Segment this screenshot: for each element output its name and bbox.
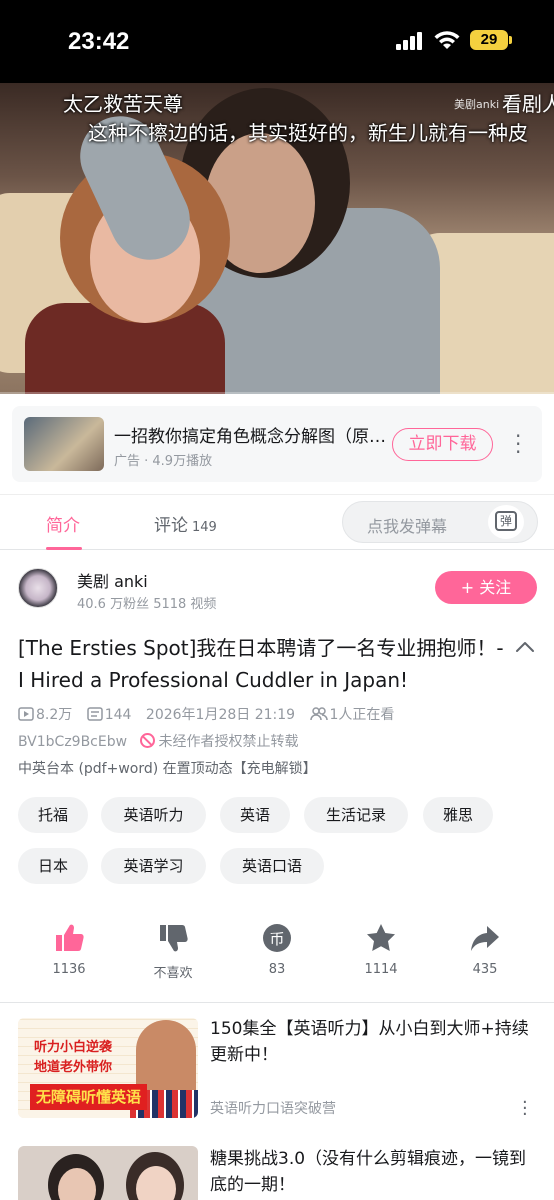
danmaku-count: 144 — [104, 707, 132, 723]
video-progress-bar[interactable] — [0, 392, 554, 394]
more-options-icon[interactable]: · · · — [515, 426, 521, 462]
cellular-signal-icon — [396, 32, 422, 50]
thumbs-down-icon — [160, 925, 188, 952]
bvid[interactable]: BV1bCz9BcEbw — [18, 734, 127, 750]
watching-icon — [309, 707, 328, 721]
thumb-text: 听力小白逆袭 — [34, 1040, 113, 1055]
video-subtitle-top: 太乙救苦天尊 — [63, 92, 183, 116]
ad-card[interactable]: 一招教你搞定角色概念分解图（原画人员 广告 · 4.9万播放 立即下载 · · · — [12, 406, 542, 482]
thumb-text: 地道老外带你 — [34, 1060, 113, 1075]
video-stats-row: 8.2万 144 2026年1月28日 21:19 1人正在看 — [18, 704, 404, 724]
recommendation-title[interactable]: 糖果挑战3.0（没有什么剪辑痕迹，一镜到底的一期！ — [210, 1146, 536, 1198]
star-icon — [367, 924, 395, 951]
watching-now: 1人正在看 — [329, 707, 395, 723]
tab-intro[interactable]: 简介 — [46, 511, 80, 536]
uploader-avatar[interactable] — [18, 568, 58, 608]
dislike-button[interactable]: 不喜欢 — [133, 922, 213, 981]
no-repost-icon — [139, 733, 155, 748]
coin-icon: 币 — [263, 924, 291, 952]
tab-bar: 简介 评论 149 点我发弹幕 弹 — [0, 494, 554, 550]
ad-thumbnail[interactable] — [24, 417, 104, 471]
like-count: 1136 — [52, 962, 86, 977]
tag-chip[interactable]: 英语学习 — [101, 848, 206, 884]
danmaku-input[interactable]: 点我发弹幕 弹 — [342, 501, 538, 543]
favorite-button[interactable]: 1114 — [341, 922, 421, 977]
coin-button[interactable]: 币 83 — [237, 922, 317, 977]
tag-chip[interactable]: 日本 — [18, 848, 88, 884]
svg-text:币: 币 — [269, 930, 284, 948]
recommendation-thumbnail[interactable] — [18, 1146, 198, 1200]
thumbs-up-icon — [56, 924, 84, 951]
ad-title[interactable]: 一招教你搞定角色概念分解图（原画人员 — [114, 422, 396, 447]
share-arrow-icon — [471, 926, 499, 951]
section-divider — [0, 1002, 554, 1003]
video-corner-text: 看剧人 — [502, 92, 554, 116]
chevron-up-icon[interactable] — [515, 640, 535, 654]
recommendation-author[interactable]: 英语听力口语突破营 — [210, 1098, 336, 1118]
follow-button[interactable]: + 关注 — [435, 571, 537, 604]
battery-tip — [509, 36, 512, 44]
uploader-name[interactable]: 美剧 anki — [77, 568, 148, 592]
comments-count: 149 — [192, 520, 217, 535]
tab-comments-label: 评论 — [154, 516, 188, 536]
publish-date: 2026年1月28日 21:19 — [145, 707, 296, 723]
video-player[interactable]: 太乙救苦天尊 这种不擦边的话，其实挺好的，新生儿就有一种皮 美剧anki 看剧人 — [0, 83, 554, 394]
danmaku-count-icon — [86, 707, 103, 721]
danmaku-placeholder: 点我发弹幕 — [367, 517, 448, 536]
download-button[interactable]: 立即下载 — [392, 428, 493, 461]
status-time: 23:42 — [68, 28, 130, 55]
danmaku-toggle-button[interactable]: 弹 — [488, 505, 524, 539]
more-options-icon[interactable]: · · · — [522, 1094, 528, 1124]
danmaku-icon: 弹 — [495, 511, 517, 531]
tab-comments[interactable]: 评论 149 — [154, 511, 217, 536]
video-id-row: BV1bCz9BcEbw 未经作者授权禁止转载 — [18, 731, 299, 751]
play-count-icon — [18, 707, 34, 721]
thumb-banner: 无障碍听懂英语 — [30, 1084, 148, 1110]
tag-chip[interactable]: 生活记录 — [304, 797, 408, 833]
tag-chip[interactable]: 雅思 — [423, 797, 493, 833]
status-bar: 23:42 29 — [0, 0, 554, 83]
recommendation-title[interactable]: 150集全【英语听力】从小白到大师+持续更新中！ — [210, 1016, 536, 1068]
tag-chip[interactable]: 英语听力 — [101, 797, 206, 833]
no-repost-notice: 未经作者授权禁止转载 — [158, 734, 299, 750]
share-count: 435 — [472, 962, 498, 977]
active-tab-indicator — [46, 547, 82, 550]
battery-indicator: 29 — [470, 30, 508, 50]
wifi-icon — [434, 31, 460, 49]
view-count: 8.2万 — [36, 707, 73, 723]
share-button[interactable]: 435 — [445, 922, 525, 977]
coin-count: 83 — [268, 962, 286, 977]
tag-chip[interactable]: 托福 — [18, 797, 88, 833]
tag-chip[interactable]: 英语 — [220, 797, 290, 833]
recommendation-thumbnail[interactable]: 听力小白逆袭 地道老外带你 无障碍听懂英语 — [18, 1018, 198, 1118]
video-subtitle: 这种不擦边的话，其实挺好的，新生儿就有一种皮 — [88, 121, 528, 145]
dislike-label: 不喜欢 — [153, 966, 193, 981]
ad-meta: 广告 · 4.9万播放 — [114, 454, 213, 469]
like-button[interactable]: 1136 — [29, 922, 109, 977]
uploader-stats: 40.6 万粉丝 5118 视频 — [77, 597, 217, 612]
video-description: 中英台本 (pdf+word) 在置顶动态【充电解锁】 — [18, 761, 317, 777]
favorite-count: 1114 — [364, 962, 398, 977]
video-title: [The Ersties Spot]我在日本聘请了一名专业拥抱师！-I Hire… — [18, 636, 504, 692]
tag-chip[interactable]: 英语口语 — [220, 848, 324, 884]
video-watermark: 美剧anki — [454, 98, 500, 111]
